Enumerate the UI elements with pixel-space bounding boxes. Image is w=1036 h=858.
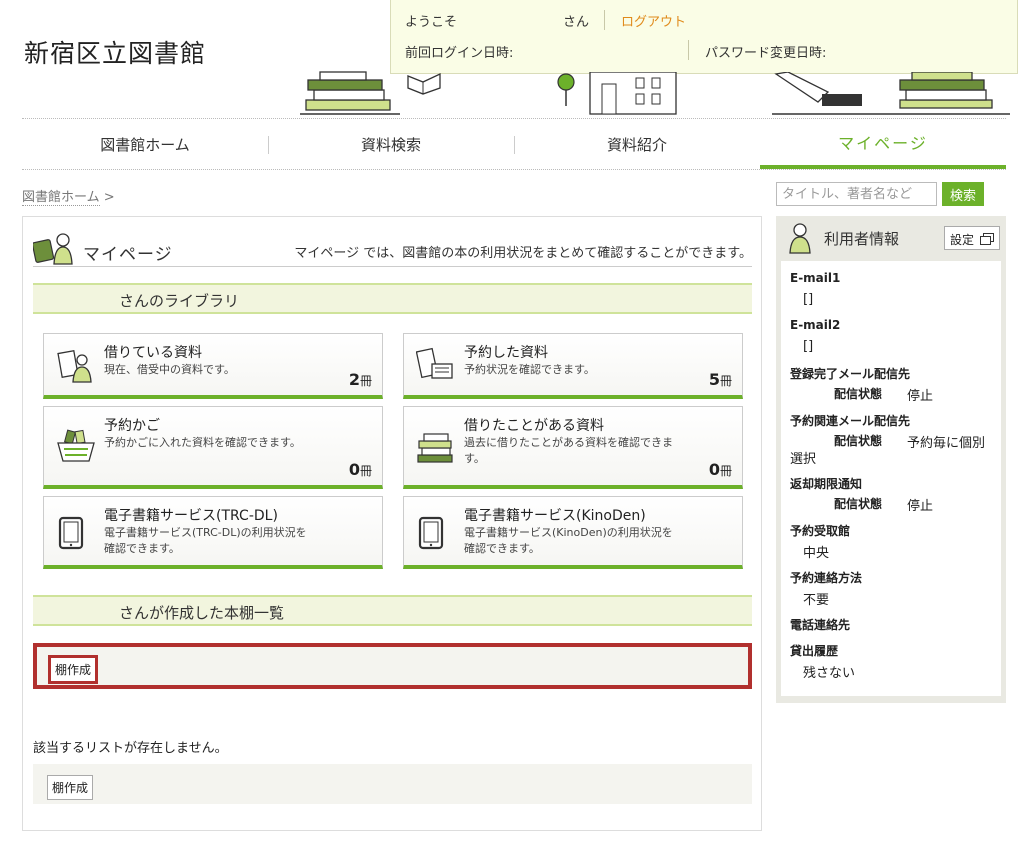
info-label: 登録完了メール配信先 [790, 367, 911, 381]
nav-home[interactable]: 図書館ホーム [22, 119, 268, 169]
info-value: [] [803, 339, 814, 354]
card-title: 電子書籍サービス(TRC-DL) [104, 508, 278, 524]
card-title: 借りたことがある資料 [464, 418, 604, 434]
info-value: [] [803, 292, 814, 307]
divider [688, 40, 689, 60]
mypage-icon [33, 233, 73, 265]
info-label: 予約連絡方法 [790, 571, 863, 585]
card-description: 予約かごに入れた資料を確認できます。 [104, 436, 301, 449]
mypage-header: マイページ マイページ では、図書館の本の利用状況をまとめて確認することができま… [33, 227, 752, 267]
shelf-toolbar-bottom: 棚作成 [33, 764, 752, 804]
site-title[interactable]: 新宿区立図書館 [24, 34, 206, 70]
card-history[interactable]: 借りたことがある資料 過去に借りたことがある資料を確認できます。 0冊 [403, 406, 743, 489]
create-shelf-button[interactable]: 棚作成 [47, 775, 94, 800]
library-building-icon [557, 72, 677, 115]
shelf-section-header: さんが作成した本棚一覧 [33, 595, 752, 626]
info-label: E-mail1 [790, 271, 841, 285]
settings-button[interactable]: 設定 [944, 226, 1000, 250]
card-count: 0冊 [708, 460, 732, 479]
reserved-book-icon [416, 347, 453, 379]
nav-search[interactable]: 資料検索 [268, 119, 514, 169]
tablet-icon [418, 516, 444, 550]
book-stack-icon [417, 433, 453, 463]
welcome-text: ようこそ [405, 15, 458, 30]
card-description: 電子書籍サービス(TRC-DL)の利用状況を確認できます。 [104, 526, 307, 555]
breadcrumb-separator: > [103, 190, 115, 205]
info-value: 予約毎に個別 [907, 436, 986, 451]
library-section-header: さんのライブラリ [33, 283, 752, 314]
info-value: 残さない [803, 666, 856, 681]
divider [604, 10, 605, 30]
info-sublabel: 配信状態 [834, 434, 883, 448]
card-description: 現在、借受中の資料です。 [104, 363, 235, 376]
books-illustration-icon [772, 72, 1010, 115]
card-count: 5冊 [708, 370, 732, 389]
card-ebook-kinoden[interactable]: 電子書籍サービス(KinoDen) 電子書籍サービス(KinoDen)の利用状況… [403, 496, 743, 569]
tablet-icon [58, 516, 84, 550]
library-section-title: さんのライブラリ [119, 292, 240, 310]
main-nav: 図書館ホーム 資料検索 資料紹介 マイページ [22, 118, 1006, 170]
nav-introduction[interactable]: 資料紹介 [514, 119, 760, 169]
settings-label: 設定 [950, 233, 975, 247]
page-description: マイページ では、図書館の本の利用状況をまとめて確認することができます。 [294, 246, 752, 261]
user-icon [789, 223, 811, 254]
user-info-body: E-mail1 [] E-mail2 [] 登録完了メール配信先 配信状態 停止… [781, 261, 1001, 696]
user-info-panel: 利用者情報 設定 E-mail1 [] E-mail2 [] 登録完了メール配信… [776, 216, 1006, 703]
card-basket[interactable]: 予約かご 予約かごに入れた資料を確認できます。 0冊 [43, 406, 383, 489]
basket-icon [57, 429, 95, 462]
card-title: 電子書籍サービス(KinoDen) [464, 508, 646, 524]
info-label: E-mail2 [790, 318, 841, 332]
search-input[interactable] [776, 182, 937, 206]
info-value: 中央 [803, 546, 830, 561]
user-info-title: 利用者情報 [824, 230, 900, 248]
search-button[interactable]: 検索 [942, 182, 984, 206]
password-changed-label: パスワード変更日時: [705, 46, 827, 61]
create-shelf-button[interactable]: 棚作成 [48, 655, 99, 684]
person-book-icon [57, 350, 92, 383]
info-sublabel: 配信状態 [834, 387, 883, 401]
card-count: 2冊 [348, 370, 372, 389]
empty-list-message: 該当するリストが存在しません。 [33, 741, 228, 756]
card-borrowed[interactable]: 借りている資料 現在、借受中の資料です。 2冊 [43, 333, 383, 399]
nav-mypage[interactable]: マイページ [760, 119, 1006, 169]
breadcrumb: 図書館ホーム > [22, 186, 115, 206]
books-illustration-icon [300, 71, 400, 115]
info-value: 不要 [803, 593, 830, 608]
card-reserved[interactable]: 予約した資料 予約状況を確認できます。 5冊 [403, 333, 743, 399]
info-value: 停止 [907, 499, 934, 514]
last-login-label: 前回ログイン日時: [405, 46, 514, 61]
shelf-section-title: さんが作成した本棚一覧 [119, 604, 285, 622]
login-panel: ようこそ さん ログアウト 前回ログイン日時: パスワード変更日時: [390, 0, 1018, 74]
card-count: 0冊 [348, 460, 372, 479]
shelf-toolbar-top: 棚作成 [33, 643, 752, 689]
card-ebook-trcdl[interactable]: 電子書籍サービス(TRC-DL) 電子書籍サービス(TRC-DL)の利用状況を確… [43, 496, 383, 569]
info-label: 返却期限通知 [790, 477, 863, 491]
card-description: 過去に借りたことがある資料を確認できます。 [464, 436, 673, 465]
breadcrumb-home-link[interactable]: 図書館ホーム [22, 190, 100, 206]
info-label: 予約受取館 [790, 524, 851, 538]
info-label: 予約関連メール配信先 [790, 414, 911, 428]
new-window-icon [980, 233, 994, 245]
info-value: 停止 [907, 389, 934, 404]
card-title: 予約した資料 [464, 345, 548, 361]
logout-link[interactable]: ログアウト [621, 11, 686, 30]
user-suffix: さん [563, 15, 590, 30]
card-title: 予約かご [104, 418, 160, 434]
info-value: 選択 [790, 452, 817, 467]
mypage-panel: マイページ マイページ では、図書館の本の利用状況をまとめて確認することができま… [22, 216, 762, 831]
card-description: 電子書籍サービス(KinoDen)の利用状況を確認できます。 [464, 526, 673, 555]
page-title: マイページ [83, 245, 173, 265]
card-description: 予約状況を確認できます。 [464, 363, 595, 376]
card-title: 借りている資料 [104, 345, 202, 361]
info-sublabel: 配信状態 [834, 497, 883, 511]
open-book-icon [407, 72, 441, 95]
info-label: 電話連絡先 [790, 618, 851, 632]
info-label: 貸出履歴 [790, 644, 839, 658]
